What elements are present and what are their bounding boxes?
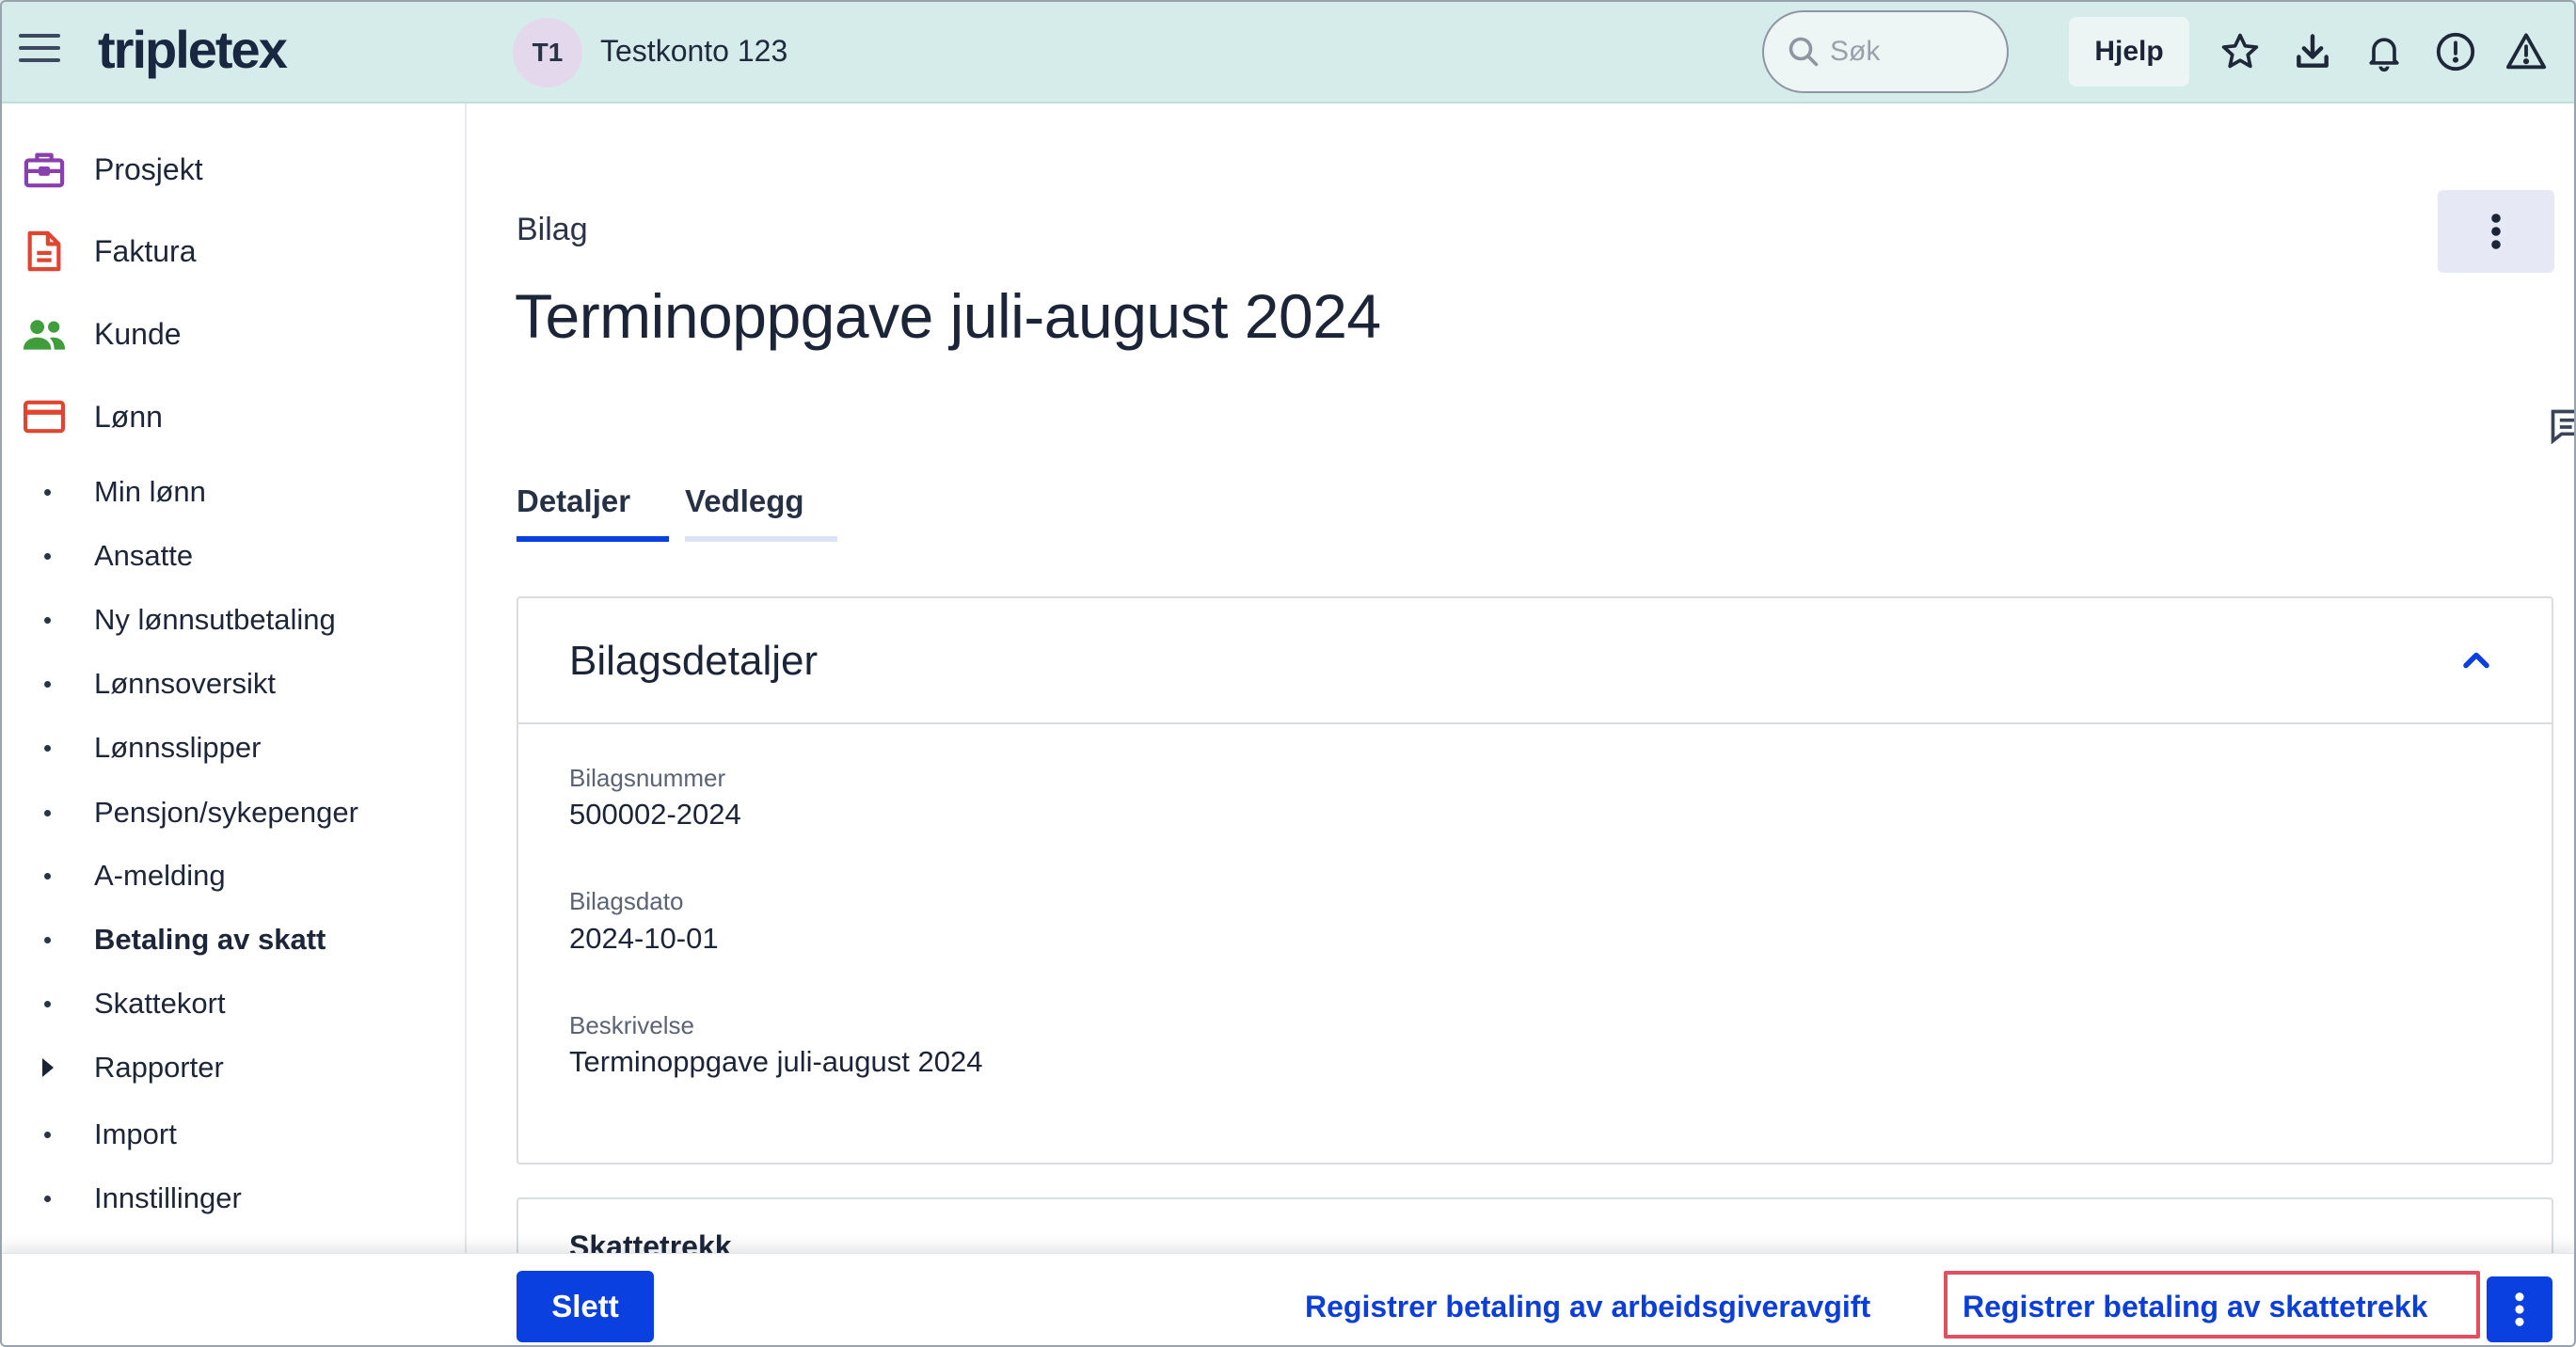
sidebar-item-label: Lønn	[94, 399, 163, 434]
register-employer-tax-payment-button[interactable]: Registrer betaling av arbeidsgiveravgift	[1305, 1271, 1870, 1342]
warning-icon[interactable]	[2503, 28, 2550, 75]
caret-right-icon	[42, 1058, 54, 1077]
bullet	[44, 872, 51, 880]
details-card: Bilagsdetaljer Bilagsnummer 500002-2024 …	[517, 596, 2553, 1165]
sidebar-item-label: Ansatte	[94, 539, 194, 572]
page-title: Terminoppgave juli-august 2024	[515, 281, 1381, 351]
sidebar-item-label: Prosjekt	[94, 151, 203, 186]
tab-detaljer[interactable]: Detaljer	[517, 483, 630, 519]
search-input[interactable]	[1830, 36, 1971, 68]
sidebar-item-ansatte[interactable]: Ansatte	[0, 529, 465, 583]
company-name[interactable]: Testkonto 123	[600, 34, 787, 69]
help-button[interactable]: Hjelp	[2069, 17, 2189, 87]
briefcase-icon	[21, 146, 68, 193]
sidebar-item-innstillinger[interactable]: Innstillinger	[0, 1171, 465, 1226]
bullet	[44, 744, 51, 752]
sidebar-item-label: Lønnsslipper	[94, 731, 262, 764]
sidebar-item-betaling-av-skatt[interactable]: Betaling av skatt	[0, 912, 465, 967]
download-icon[interactable]	[2289, 28, 2336, 75]
field-label-beskrivelse: Beskrivelse	[569, 1011, 694, 1039]
bullet	[44, 552, 51, 560]
search-icon	[1789, 37, 1819, 67]
more-actions-button[interactable]	[2487, 1276, 2552, 1342]
bullet	[44, 1195, 51, 1202]
sidebar-item-prosjekt[interactable]: Prosjekt	[0, 132, 465, 207]
sidebar-item-label: Skattekort	[94, 987, 226, 1020]
users-icon	[21, 310, 68, 357]
register-tax-deduction-payment-button[interactable]: Registrer betaling av skattetrekk	[1963, 1271, 2427, 1342]
sidebar-item-pensjon-sykepenger[interactable]: Pensjon/sykepenger	[0, 785, 465, 840]
comment-icon[interactable]	[2548, 406, 2576, 448]
sidebar-item-a-melding[interactable]: A-melding	[0, 848, 465, 903]
sidebar-item-label: Innstillinger	[94, 1181, 242, 1214]
more-vertical-icon	[2515, 1292, 2524, 1326]
sidebar-item-label: Betaling av skatt	[94, 923, 326, 956]
bullet	[44, 1131, 51, 1138]
star-icon[interactable]	[2217, 28, 2264, 75]
details-card-header[interactable]: Bilagsdetaljer	[518, 598, 2552, 724]
bullet	[44, 1000, 51, 1007]
field-value-beskrivelse: Terminoppgave juli-august 2024	[569, 1045, 983, 1078]
bullet	[44, 809, 51, 816]
sidebar: Prosjekt Faktura Kunde Lønn Min lønn Ans…	[0, 103, 467, 1253]
tab-detaljer-indicator	[517, 536, 669, 542]
more-vertical-icon	[2491, 214, 2501, 249]
sidebar-item-lonnsoversikt[interactable]: Lønnsoversikt	[0, 657, 465, 711]
sidebar-item-skattekort[interactable]: Skattekort	[0, 976, 465, 1031]
bullet	[44, 680, 51, 688]
sidebar-item-label: A-melding	[94, 859, 226, 892]
sidebar-item-label: Pensjon/sykepenger	[94, 796, 358, 829]
company-avatar[interactable]: T1	[513, 18, 582, 87]
top-bar: tripletex T1 Testkonto 123 Hjelp	[0, 0, 2576, 103]
sidebar-item-label: Rapporter	[94, 1051, 224, 1084]
bullet	[44, 616, 51, 624]
field-label-bilagsnummer: Bilagsnummer	[569, 764, 726, 792]
tab-vedlegg[interactable]: Vedlegg	[685, 483, 804, 519]
sidebar-item-label: Kunde	[94, 316, 182, 351]
details-card-title: Bilagsdetaljer	[569, 638, 819, 684]
chevron-up-icon[interactable]	[2456, 640, 2497, 681]
delete-button[interactable]: Slett	[517, 1271, 654, 1342]
tab-vedlegg-indicator	[685, 536, 837, 542]
sidebar-item-lonnsslipper[interactable]: Lønnsslipper	[0, 721, 465, 775]
bell-icon[interactable]	[2361, 28, 2408, 75]
alert-circle-icon[interactable]	[2432, 28, 2479, 75]
field-value-bilagsnummer: 500002-2024	[569, 798, 741, 831]
card-icon	[21, 393, 68, 440]
breadcrumb[interactable]: Bilag	[517, 212, 588, 248]
sidebar-item-label: Lønnsoversikt	[94, 667, 276, 700]
sidebar-item-label: Min lønn	[94, 475, 206, 508]
search-box[interactable]	[1762, 10, 2009, 93]
sidebar-item-label: Import	[94, 1117, 177, 1150]
more-options-button[interactable]	[2438, 190, 2554, 273]
bullet	[44, 488, 51, 496]
field-value-bilagsdato: 2024-10-01	[569, 922, 719, 955]
field-label-bilagsdato: Bilagsdato	[569, 887, 684, 915]
sidebar-item-import[interactable]: Import	[0, 1107, 465, 1162]
sidebar-item-label: Ny lønnsutbetaling	[94, 603, 336, 636]
sidebar-item-faktura[interactable]: Faktura	[0, 214, 465, 289]
sidebar-item-label: Faktura	[94, 233, 197, 268]
menu-icon[interactable]	[19, 34, 60, 68]
sidebar-item-rapporter[interactable]: Rapporter	[0, 1040, 465, 1095]
sidebar-item-kunde[interactable]: Kunde	[0, 296, 465, 372]
document-icon	[21, 228, 68, 275]
action-bar: Slett Registrer betaling av arbeidsgiver…	[0, 1253, 2576, 1347]
app-logo[interactable]: tripletex	[98, 19, 288, 80]
sidebar-item-lonn[interactable]: Lønn	[0, 379, 465, 454]
bullet	[44, 936, 51, 943]
sidebar-item-min-lonn[interactable]: Min lønn	[0, 465, 465, 519]
sidebar-item-ny-lonnsutbetaling[interactable]: Ny lønnsutbetaling	[0, 593, 465, 647]
